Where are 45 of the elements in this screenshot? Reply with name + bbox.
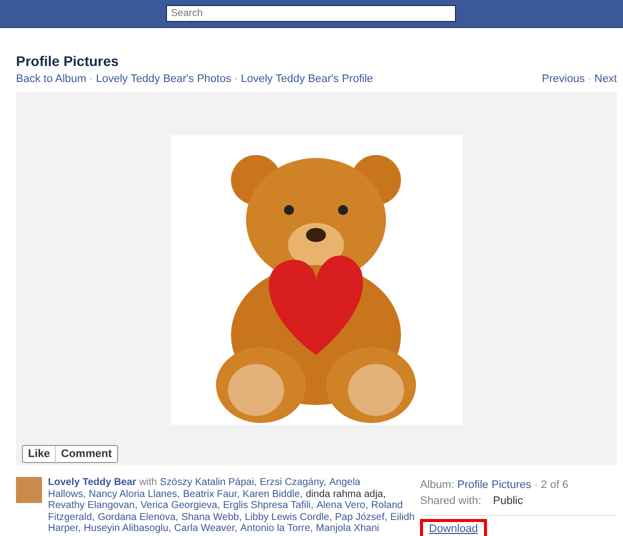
breadcrumb-link[interactable]: Back to Album	[16, 73, 86, 85]
separator-dot: ·	[234, 73, 238, 85]
tagged-name-link[interactable]: Manjola Xhani	[316, 523, 380, 534]
tagged-name-link[interactable]: Roland	[371, 500, 403, 512]
privacy-value: Public	[493, 494, 523, 509]
tagged-name-link[interactable]: Nancy Aloria Llanes,	[88, 488, 180, 500]
tagged-name-link[interactable]: Libby Lewis Cordle,	[244, 512, 332, 523]
download-link[interactable]: Download	[420, 519, 487, 536]
tagged-name-link[interactable]: Pap József,	[335, 512, 388, 523]
photo-position: 2 of 6	[540, 478, 568, 493]
breadcrumb-link[interactable]: Lovely Teddy Bear's Profile	[240, 73, 374, 85]
tagged-name-link[interactable]: Erzsi Czagány,	[260, 477, 326, 488]
tagged-name-link[interactable]: Fitzgerald,	[48, 512, 95, 523]
tagged-name-link[interactable]: Angela	[329, 477, 360, 488]
pager-link[interactable]: Next	[594, 73, 617, 85]
tagged-name-link[interactable]: Antonio la Torre,	[240, 523, 313, 534]
tagged-name-link[interactable]: Karen Biddle,	[242, 488, 303, 500]
tagged-name-link[interactable]: Hallows,	[48, 488, 86, 500]
album-label: Album:	[420, 478, 454, 493]
separator-dot: ·	[534, 478, 538, 493]
tagged-name-link[interactable]: Shana Webb,	[181, 512, 242, 523]
tagged-name-link[interactable]: Alena Vero,	[316, 500, 368, 512]
separator-dot: ·	[89, 73, 93, 85]
tagged-name-link[interactable]: Revathy Elangovan,	[48, 500, 138, 512]
album-link[interactable]: Profile Pictures	[457, 477, 532, 493]
tagged-name-link[interactable]: Huseyin Alibasoglu,	[84, 523, 172, 534]
shared-label: Shared with:	[420, 494, 482, 509]
search-field[interactable]: Search	[166, 5, 456, 22]
owner-name-link[interactable]: Lovely Teddy Bear	[48, 477, 136, 488]
tagged-name-link[interactable]: Verica Georgieva,	[140, 500, 220, 512]
tagged-name-link[interactable]: Beatrix Faur,	[182, 488, 240, 500]
with-label: with	[139, 477, 157, 488]
breadcrumb-link[interactable]: Lovely Teddy Bear's Photos	[96, 73, 232, 85]
tagged-name-link[interactable]: Erglis Shpresa Tafili,	[223, 500, 314, 512]
tagged-name-link[interactable]: Harper,	[48, 523, 81, 534]
tagged-name-link[interactable]: Gordana Elenova,	[98, 512, 178, 523]
tagged-name-link[interactable]: Carla Weaver,	[174, 523, 238, 534]
pager-link[interactable]: Previous	[542, 73, 585, 85]
photo-action-button[interactable]: Like	[23, 446, 56, 462]
separator-dot: ·	[588, 73, 592, 85]
tagged-name-link[interactable]: Szöszy Katalin Pápai,	[160, 477, 257, 488]
avatar	[16, 477, 42, 503]
tagged-name: dinda rahma adja,	[306, 488, 386, 500]
album-title: Profile Pictures	[16, 53, 120, 69]
tagged-name-link[interactable]: Eilidh	[390, 512, 415, 523]
